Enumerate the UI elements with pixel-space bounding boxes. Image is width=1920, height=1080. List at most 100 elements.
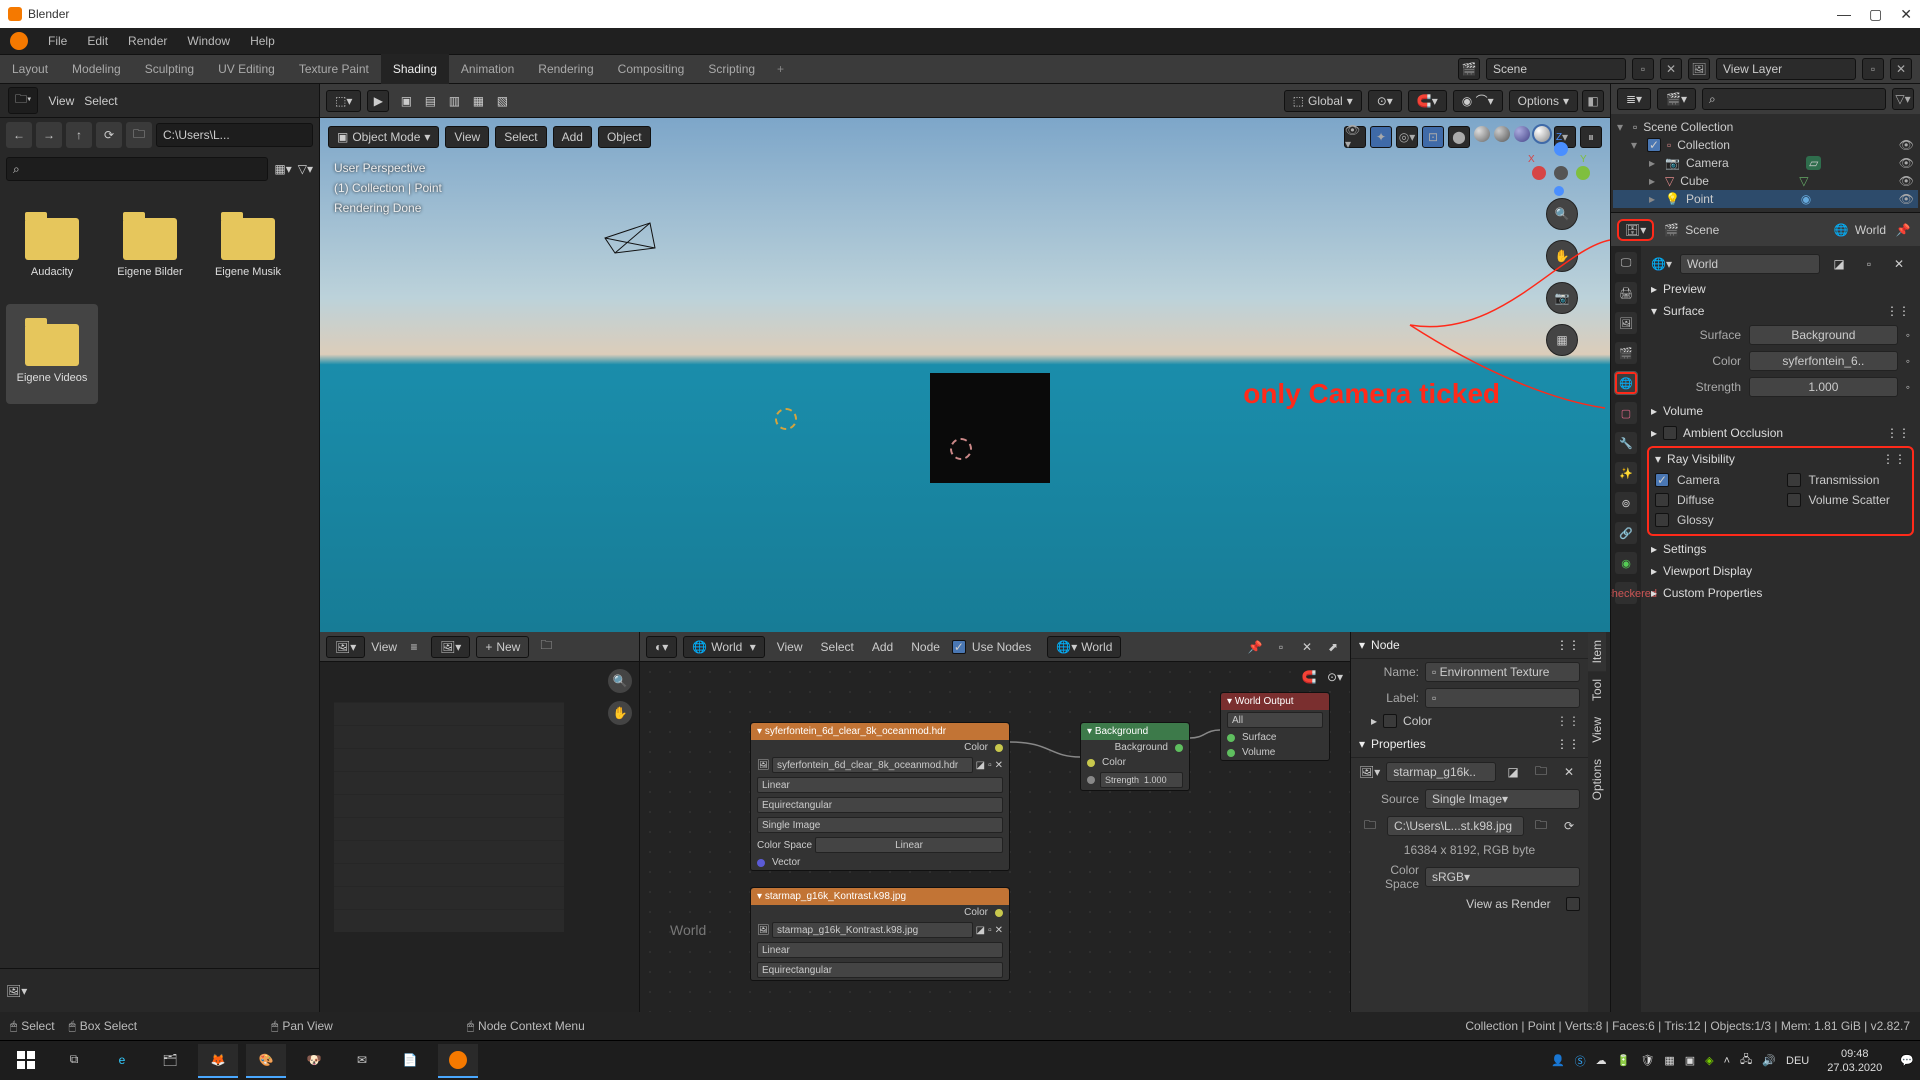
img-fake-icon[interactable]: 🗀: [1530, 761, 1552, 783]
vp-menu-view[interactable]: View: [445, 126, 489, 148]
tab-tool[interactable]: Tool: [1588, 671, 1606, 709]
world-strength-field[interactable]: 1.000: [1749, 377, 1898, 397]
panel-ray-visibility[interactable]: ▾ Ray Visibility⋮⋮: [1649, 448, 1912, 470]
img-unlink-icon[interactable]: ✕: [1558, 761, 1580, 783]
camera-data-icon[interactable]: ▱: [1806, 156, 1821, 170]
tray-volume-icon[interactable]: 🔊: [1762, 1054, 1776, 1067]
viewlayer-new-icon[interactable]: ▫: [1862, 58, 1884, 80]
proportional-edit-toggle[interactable]: ◉ ⌒▾: [1453, 90, 1503, 112]
img-users-icon[interactable]: ◪: [1502, 761, 1524, 783]
node-canvas[interactable]: World ▾ syferfontein_6d_clear_8k_oceanmo…: [640, 662, 1350, 1012]
menu-help[interactable]: Help: [240, 28, 285, 54]
add-workspace-icon[interactable]: +: [767, 62, 794, 76]
filter-icon[interactable]: ▽▾: [298, 162, 313, 176]
imgedit-zoom-icon[interactable]: 🔍: [607, 668, 633, 694]
menu-file[interactable]: File: [38, 28, 77, 54]
mode-dropdown[interactable]: ▣ Object Mode ▾: [328, 126, 439, 148]
zoom-gizmo-icon[interactable]: 🔍: [1546, 198, 1578, 230]
folder-audacity[interactable]: Audacity: [6, 198, 98, 298]
vp-menu-add[interactable]: Add: [553, 126, 592, 148]
explorer-icon[interactable]: 🗂: [150, 1044, 190, 1078]
node-env-texture-1[interactable]: ▾ syferfontein_6d_clear_8k_oceanmod.hdr …: [750, 722, 1010, 871]
outliner-type-icon[interactable]: ≣▾: [1617, 88, 1651, 110]
pivot-dropdown[interactable]: ⊙▾: [1368, 90, 1402, 112]
vp-overlay-1-icon[interactable]: ◧: [1582, 90, 1604, 112]
gimp-icon[interactable]: 🐶: [294, 1044, 334, 1078]
mail-icon[interactable]: ✉: [342, 1044, 382, 1078]
uv-grid[interactable]: [334, 702, 564, 932]
taskview-icon[interactable]: ⧉: [54, 1044, 94, 1078]
edge-icon[interactable]: e: [102, 1044, 142, 1078]
camera-gizmo-icon[interactable]: 📷: [1546, 282, 1578, 314]
ne-menu-view[interactable]: View: [771, 640, 809, 654]
colorspace-dropdown[interactable]: sRGB ▾: [1425, 867, 1580, 887]
filepath-reload-icon[interactable]: 🗀: [1530, 815, 1552, 837]
shading-1-icon[interactable]: ⬤: [1448, 126, 1470, 148]
props-editor-type-icon[interactable]: 🗄▾: [1617, 219, 1654, 241]
eye-icon[interactable]: 👁: [1899, 138, 1914, 152]
world-slot-dropdown[interactable]: 🌐▾ World: [1047, 636, 1121, 658]
nav-refresh-icon[interactable]: ⟳: [96, 122, 122, 148]
ne-menu-select[interactable]: Select: [815, 640, 860, 654]
surface-shader-dropdown[interactable]: Background: [1749, 325, 1898, 345]
tab-shading[interactable]: Shading: [381, 54, 449, 84]
node-env-texture-2[interactable]: ▾ starmap_g16k_Kontrast.k98.jpg Color 🖼s…: [750, 887, 1010, 981]
cursor-tool-icon[interactable]: ▶: [367, 90, 389, 112]
nav-back-icon[interactable]: ←: [6, 122, 32, 148]
blender-taskbar-icon[interactable]: [438, 1044, 478, 1078]
tray-lang[interactable]: DEU: [1786, 1055, 1809, 1067]
nav-forward-icon[interactable]: →: [36, 122, 62, 148]
tab-modeling[interactable]: Modeling: [60, 54, 133, 84]
ne-parent-icon[interactable]: ⬈: [1322, 636, 1344, 658]
props-pin-icon[interactable]: 📌: [1892, 219, 1914, 241]
world-new-icon[interactable]: ◪: [1828, 253, 1850, 275]
tab-texturepaint[interactable]: Texture Paint: [287, 54, 381, 84]
maximize-icon[interactable]: ▢: [1869, 6, 1882, 23]
tab-rendering[interactable]: Rendering: [526, 54, 605, 84]
shading-solid-icon[interactable]: [1494, 126, 1510, 142]
use-nodes-checkbox[interactable]: ✓: [952, 640, 966, 654]
node-scope-dropdown[interactable]: 🌐 World ▾: [683, 636, 764, 658]
perspective-gizmo-icon[interactable]: ▦: [1546, 324, 1578, 356]
node-color-checkbox[interactable]: [1383, 714, 1397, 728]
ne-close-icon[interactable]: ✕: [1296, 636, 1318, 658]
nodeedit-type-icon[interactable]: ◐▾: [646, 636, 677, 658]
ptab-constraints-icon[interactable]: 🔗: [1615, 522, 1637, 544]
ptab-scene-icon[interactable]: 🎬: [1615, 342, 1637, 364]
node-world-output[interactable]: ▾ World Output All Surface Volume: [1220, 692, 1330, 761]
nav-gizmo[interactable]: Z X Y 🔍 ✋ 📷 ▦: [1532, 138, 1592, 356]
ptab-object-icon[interactable]: ▢: [1615, 402, 1637, 424]
tray-onedrive-icon[interactable]: ☁: [1596, 1054, 1607, 1067]
tray-notifications-icon[interactable]: 💬: [1900, 1054, 1914, 1067]
outliner-item-cube[interactable]: ▸▽Cube▽👁: [1613, 172, 1918, 190]
rayvis-glossy-checkbox[interactable]: [1655, 513, 1669, 527]
shading-wire-icon[interactable]: [1474, 126, 1490, 142]
blender-icon[interactable]: [10, 32, 28, 50]
tray-chevron-icon[interactable]: ˄: [1724, 1055, 1730, 1067]
tray-app2-icon[interactable]: ▣: [1685, 1054, 1695, 1067]
camera-object-icon[interactable]: [600, 218, 660, 258]
outliner-scene-collection[interactable]: ▾▫Scene Collection: [1613, 118, 1918, 136]
props-scene-label[interactable]: Scene: [1685, 223, 1719, 237]
outliner-display-icon[interactable]: 🎬▾: [1657, 88, 1696, 110]
mesh-data-icon[interactable]: ▽: [1799, 174, 1808, 188]
filepath-refresh-icon[interactable]: ⟳: [1558, 815, 1580, 837]
tab-animation[interactable]: Animation: [449, 54, 526, 84]
view-as-render-checkbox[interactable]: [1566, 897, 1580, 911]
filepath-open-icon[interactable]: 🗀: [1359, 815, 1381, 837]
eye-icon[interactable]: 👁: [1899, 174, 1914, 188]
folder-eigene-videos[interactable]: Eigene Videos: [6, 304, 98, 404]
rayvis-camera-checkbox[interactable]: ✓: [1655, 473, 1669, 487]
paint-icon[interactable]: 🎨: [246, 1044, 286, 1078]
tab-layout[interactable]: Layout: [0, 54, 60, 84]
world-datablock-field[interactable]: World: [1680, 254, 1820, 274]
gizmo-toggle-icon[interactable]: ✦: [1370, 126, 1392, 148]
options-dropdown[interactable]: Options ▾: [1509, 90, 1578, 112]
imgedit-type-dropdown-icon[interactable]: 🖼▾: [326, 636, 365, 658]
ptab-particles-icon[interactable]: ✨: [1615, 462, 1637, 484]
pan-gizmo-icon[interactable]: ✋: [1546, 240, 1578, 272]
viewlayer-delete-icon[interactable]: ✕: [1890, 58, 1912, 80]
ne-pin-icon[interactable]: 📌: [1244, 636, 1266, 658]
filepath-field[interactable]: C:\Users\L...st.k98.jpg: [1387, 816, 1524, 836]
scene-delete-icon[interactable]: ✕: [1660, 58, 1682, 80]
